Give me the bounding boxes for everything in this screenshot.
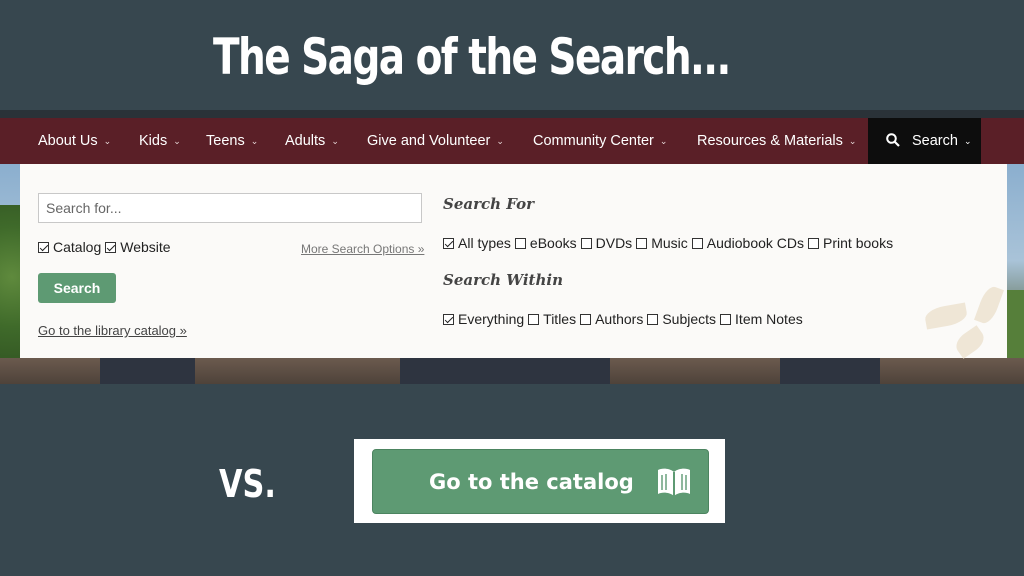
within-subjects-checkbox[interactable]: Subjects (647, 311, 716, 327)
checkbox-checked-icon (105, 241, 117, 253)
chevron-down-icon: ⌄ (103, 135, 112, 146)
checkbox-unchecked-icon (647, 313, 659, 325)
search-scope-options: Catalog Website (38, 239, 175, 255)
checkbox-unchecked-icon (808, 237, 820, 249)
main-nav: About Us ⌄ Kids ⌄ Teens ⌄ Adults ⌄ Give and … (0, 118, 1024, 164)
checkbox-label: Everything (458, 311, 525, 327)
nav-item-adults[interactable]: Adults ⌄ (285, 118, 339, 164)
slide-title: The Saga of the Search... (213, 28, 731, 86)
chevron-down-icon: ⌄ (250, 135, 259, 146)
roof-dark (400, 358, 610, 384)
checkbox-label: Audiobook CDs (706, 235, 805, 251)
type-music-checkbox[interactable]: Music (636, 235, 688, 251)
checkbox-label: DVDs (595, 235, 633, 251)
leaf-decoration-icon (951, 325, 989, 359)
checkbox-label: eBooks (529, 235, 577, 251)
search-within-options: Everything Titles Authors Subjects Item … (443, 311, 807, 327)
within-titles-checkbox[interactable]: Titles (528, 311, 576, 327)
search-for-options: All types eBooks DVDs Music Audiobook CD… (443, 235, 897, 251)
roof-dark (780, 358, 880, 384)
type-ebooks-checkbox[interactable]: eBooks (514, 235, 577, 251)
nav-item-community-center[interactable]: Community Center ⌄ (533, 118, 667, 164)
type-dvds-checkbox[interactable]: DVDs (580, 235, 633, 251)
nav-item-resources-materials[interactable]: Resources & Materials ⌄ (697, 118, 856, 164)
catalog-button-frame: Go to the catalog (354, 439, 725, 523)
chevron-down-icon: ⌄ (496, 135, 504, 146)
type-print-books-checkbox[interactable]: Print books (808, 235, 893, 251)
chevron-down-icon: ⌄ (331, 135, 339, 146)
checkbox-checked-icon (443, 237, 454, 249)
nav-label: Adults (285, 133, 326, 149)
within-item-notes-checkbox[interactable]: Item Notes (720, 311, 803, 327)
checkbox-label: Catalog (53, 239, 102, 255)
within-authors-checkbox[interactable]: Authors (580, 311, 643, 327)
type-audiobook-cds-checkbox[interactable]: Audiobook CDs (691, 235, 805, 251)
nav-item-give-and-volunteer[interactable]: Give and Volunteer ⌄ (367, 118, 504, 164)
nav-item-about-us[interactable]: About Us ⌄ (38, 118, 111, 164)
search-input[interactable] (38, 193, 422, 223)
checkbox-label: Subjects (662, 311, 717, 327)
search-within-heading: Search Within (443, 271, 563, 289)
nav-label: Kids (139, 133, 168, 149)
checkbox-unchecked-icon (720, 313, 732, 325)
roof-dark (100, 358, 195, 384)
checkbox-unchecked-icon (580, 237, 592, 249)
more-search-options-link[interactable]: More Search Options » (301, 242, 424, 256)
checkbox-unchecked-icon (528, 313, 540, 325)
nav-label: Teens (206, 133, 245, 149)
nav-label: Resources & Materials (697, 133, 843, 149)
leaf-decoration-icon (974, 284, 1004, 326)
website-screenshot: About Us ⌄ Kids ⌄ Teens ⌄ Adults ⌄ Give and … (0, 110, 1024, 384)
chevron-down-icon: ⌄ (173, 135, 181, 146)
chevron-down-icon: ⌄ (848, 135, 857, 146)
leaf-decoration-icon (923, 302, 969, 330)
type-all-checkbox[interactable]: All types (443, 235, 511, 251)
checkbox-label: Authors (595, 311, 644, 327)
nav-item-kids[interactable]: Kids ⌄ (139, 118, 181, 164)
search-for-heading: Search For (443, 195, 534, 213)
checkbox-unchecked-icon (580, 313, 592, 325)
nav-search-toggle[interactable]: Search ⌄ (868, 118, 981, 164)
chevron-down-icon: ⌄ (659, 135, 668, 146)
cta-label: Go to the catalog (429, 469, 634, 494)
nav-label: Give and Volunteer (367, 133, 491, 149)
checkbox-checked-icon (38, 241, 49, 253)
checkbox-label: Website (120, 239, 171, 255)
library-catalog-link[interactable]: Go to the library catalog » (38, 323, 187, 338)
search-icon (886, 132, 900, 150)
nav-label: Community Center (533, 133, 654, 149)
checkbox-label: All types (458, 235, 511, 251)
checkbox-label: Print books (823, 235, 894, 251)
checkbox-unchecked-icon (636, 237, 648, 249)
nav-search-label: Search (912, 133, 958, 149)
checkbox-unchecked-icon (514, 237, 526, 249)
checkbox-label: Music (651, 235, 688, 251)
checkbox-unchecked-icon (691, 237, 703, 249)
search-dropdown-panel: Catalog Website More Search Options » Se… (20, 164, 1007, 359)
scope-website-checkbox[interactable]: Website (105, 239, 171, 255)
checkbox-label: Item Notes (735, 311, 803, 327)
checkbox-label: Titles (543, 311, 577, 327)
nav-label: About Us (38, 133, 98, 149)
search-button[interactable]: Search (38, 273, 116, 303)
open-book-icon (656, 466, 692, 503)
scope-catalog-checkbox[interactable]: Catalog (38, 239, 101, 255)
nav-item-teens[interactable]: Teens ⌄ (206, 118, 258, 164)
top-strip (0, 110, 1024, 118)
within-everything-checkbox[interactable]: Everything (443, 311, 524, 327)
vs-label: VS. (219, 462, 276, 506)
go-to-catalog-button[interactable]: Go to the catalog (372, 449, 709, 514)
chevron-down-icon: ⌄ (963, 135, 972, 146)
checkbox-checked-icon (443, 313, 454, 325)
